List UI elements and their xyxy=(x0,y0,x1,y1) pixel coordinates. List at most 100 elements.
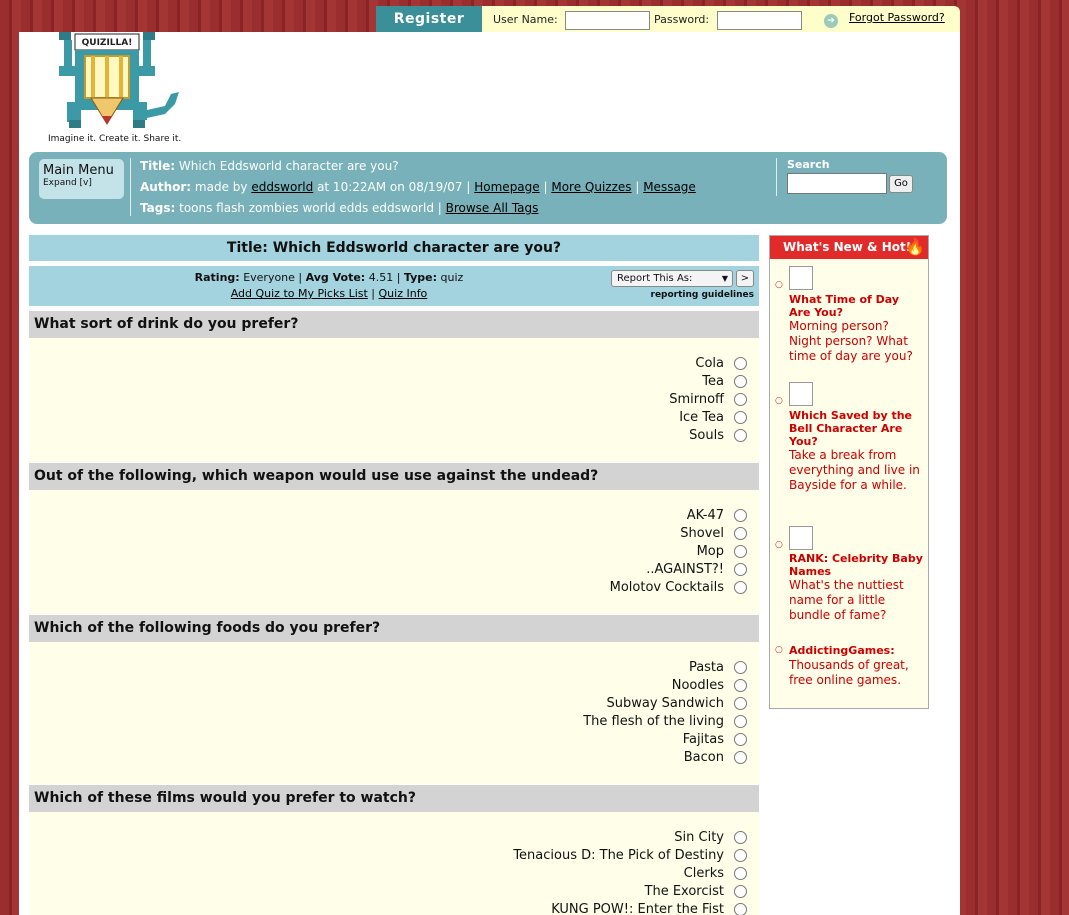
radio-button[interactable] xyxy=(734,562,747,576)
tags-value: toons flash zombies world edds eddsworld… xyxy=(179,201,442,215)
radio-button[interactable] xyxy=(734,830,747,844)
answer-option[interactable]: Bacon xyxy=(684,748,747,766)
answer-option[interactable]: AK-47 xyxy=(687,506,747,524)
answer-option[interactable]: Sin City xyxy=(674,828,747,846)
answer-option[interactable]: Souls xyxy=(689,426,747,444)
answer-option[interactable]: KUNG POW!: Enter the Fist xyxy=(551,900,747,915)
radio-button[interactable] xyxy=(734,732,747,746)
reporting-guidelines[interactable]: reporting guidelines xyxy=(651,290,755,300)
answer-option[interactable]: Ice Tea xyxy=(679,408,747,426)
answer-option[interactable]: The flesh of the living xyxy=(583,712,747,730)
login-arrow-icon[interactable]: ➔ xyxy=(824,14,838,28)
radio-button[interactable] xyxy=(734,660,747,674)
radio-button[interactable] xyxy=(734,526,747,540)
radio-button[interactable] xyxy=(734,392,747,406)
title-row: Title: Which Eddsworld character are you… xyxy=(140,159,399,173)
avg-vote-label: Avg Vote: xyxy=(305,271,366,284)
hot-item-title[interactable]: What Time of Day Are You? xyxy=(789,293,924,319)
answer-option[interactable]: Smirnoff xyxy=(669,390,747,408)
password-input[interactable] xyxy=(717,11,802,30)
thumbnail-image-icon[interactable] xyxy=(789,526,813,550)
register-button[interactable]: Register xyxy=(376,6,482,32)
browse-tags-link[interactable]: Browse All Tags xyxy=(446,201,539,215)
title-label: Title: xyxy=(140,159,176,173)
radio-button[interactable] xyxy=(734,356,747,370)
report-go-button[interactable]: > xyxy=(736,270,754,287)
quiz-info-bar: Main Menu Expand [v] Title: Which Eddswo… xyxy=(29,152,947,224)
radio-button[interactable] xyxy=(734,902,747,915)
radio-button[interactable] xyxy=(734,678,747,692)
add-picks-link[interactable]: Add Quiz to My Picks List xyxy=(231,287,368,300)
radio-button[interactable] xyxy=(734,544,747,558)
search-input[interactable] xyxy=(787,173,887,194)
author-row: Author: made by eddsworld at 10:22AM on … xyxy=(140,180,696,194)
bullet-icon: ○ xyxy=(775,280,783,290)
homepage-link[interactable]: Homepage xyxy=(474,180,539,194)
answer-option[interactable]: Noodles xyxy=(672,676,747,694)
question-heading: Out of the following, which weapon would… xyxy=(29,463,759,490)
answer-option[interactable]: Cola xyxy=(695,354,747,372)
answer-label: Mop xyxy=(696,543,724,559)
answer-option[interactable]: Fajitas xyxy=(683,730,747,748)
answer-option[interactable]: Shovel xyxy=(680,524,747,542)
quiz-info-link[interactable]: Quiz Info xyxy=(379,287,428,300)
hot-item-desc: Morning person? Night person? What time … xyxy=(789,319,913,363)
author-link[interactable]: eddsworld xyxy=(251,180,313,194)
rating-bar: Rating: Everyone | Avg Vote: 4.51 | Type… xyxy=(29,266,759,306)
hot-item[interactable]: ○ Which Saved by the Bell Character Are … xyxy=(770,382,928,512)
answer-option[interactable]: Mop xyxy=(697,542,747,560)
answer-option[interactable]: Pasta xyxy=(689,658,747,676)
quiz-title: Title: Which Eddsworld character are you… xyxy=(29,235,759,261)
message-link[interactable]: Message xyxy=(643,180,696,194)
answer-label: Shovel xyxy=(680,525,724,541)
forgot-password-link[interactable]: Forgot Password? xyxy=(849,11,945,24)
radio-button[interactable] xyxy=(734,508,747,522)
answer-label: Cola xyxy=(695,355,724,371)
type-value: quiz xyxy=(440,271,464,284)
avg-vote-value: 4.51 xyxy=(368,271,394,284)
author-label: Author: xyxy=(140,180,192,194)
hot-item-title[interactable]: RANK: Celebrity Baby Names xyxy=(789,552,924,578)
radio-button[interactable] xyxy=(734,428,747,442)
radio-button[interactable] xyxy=(734,374,747,388)
radio-button[interactable] xyxy=(734,884,747,898)
password-label: Password: xyxy=(654,13,710,26)
quizilla-logo[interactable]: QUIZILLA! xyxy=(47,32,187,147)
answer-option[interactable]: Subway Sandwich xyxy=(606,694,747,712)
radio-button[interactable] xyxy=(734,750,747,764)
author-time: at 10:22AM on 08/19/07 | xyxy=(317,180,471,194)
divider xyxy=(776,158,777,196)
answer-option[interactable]: Molotov Cocktails xyxy=(610,578,747,596)
main-menu-button[interactable]: Main Menu Expand [v] xyxy=(39,159,124,199)
divider xyxy=(130,158,131,216)
radio-button[interactable] xyxy=(734,410,747,424)
radio-button[interactable] xyxy=(734,866,747,880)
answer-option[interactable]: Clerks xyxy=(684,864,747,882)
answer-label: ..AGAINST?! xyxy=(646,561,724,577)
hot-item-desc: What's the nuttiest name for a little bu… xyxy=(789,578,904,622)
answer-option[interactable]: Tea xyxy=(702,372,747,390)
hot-item[interactable]: ○ What Time of Day Are You? Morning pers… xyxy=(770,266,928,371)
hot-item-title[interactable]: AddictingGames: xyxy=(789,644,924,657)
radio-button[interactable] xyxy=(734,580,747,594)
hot-item[interactable]: ○ AddictingGames: Thousands of great, fr… xyxy=(770,642,928,692)
thumbnail-image-icon[interactable] xyxy=(789,382,813,406)
rating-line: Rating: Everyone | Avg Vote: 4.51 | Type… xyxy=(194,271,464,284)
type-label: Type: xyxy=(403,271,438,284)
hot-item-title[interactable]: Which Saved by the Bell Character Are Yo… xyxy=(789,409,924,448)
question-heading: What sort of drink do you prefer? xyxy=(29,311,759,338)
answer-option[interactable]: The Exorcist xyxy=(645,882,747,900)
answer-option[interactable]: ..AGAINST?! xyxy=(646,560,747,578)
answer-option[interactable]: Tenacious D: The Pick of Destiny xyxy=(513,846,747,864)
report-select[interactable]: Report This As: ▼ xyxy=(611,270,733,287)
more-quizzes-link[interactable]: More Quizzes xyxy=(551,180,631,194)
answer-label: AK-47 xyxy=(686,507,724,523)
thumbnail-image-icon[interactable] xyxy=(789,266,813,290)
answer-label: Ice Tea xyxy=(679,409,724,425)
radio-button[interactable] xyxy=(734,714,747,728)
username-input[interactable] xyxy=(565,11,650,30)
search-go-button[interactable]: Go xyxy=(889,175,913,193)
radio-button[interactable] xyxy=(734,848,747,862)
hot-item[interactable]: ○ RANK: Celebrity Baby Names What's the … xyxy=(770,526,928,631)
radio-button[interactable] xyxy=(734,696,747,710)
